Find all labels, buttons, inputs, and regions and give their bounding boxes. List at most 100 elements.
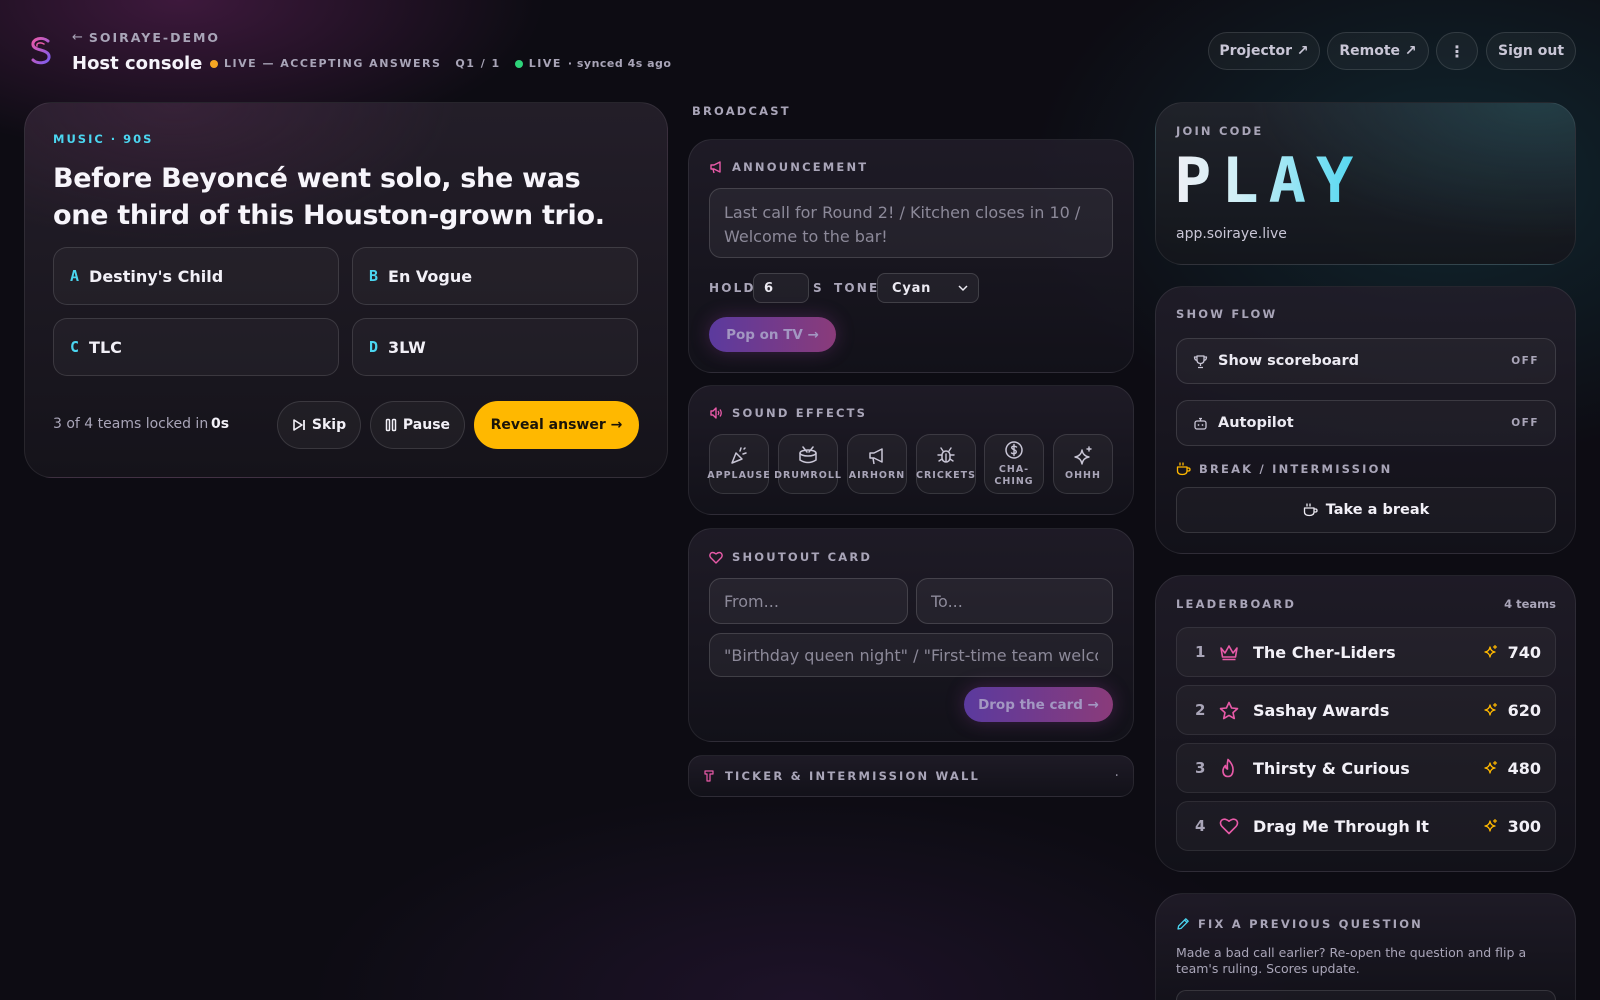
sparkles-icon [1483,761,1498,775]
page-title: Host console [72,53,203,74]
take-break-button[interactable]: Take a break [1176,487,1556,533]
reveal-answer-label: Reveal answer → [490,417,623,433]
live-dot [514,59,523,68]
answer-option-b[interactable]: B En Vogue [352,247,638,305]
tone-select-value: Cyan [892,280,932,296]
pop-on-tv-button[interactable]: Pop on TV → [709,317,836,352]
sfx-label: CHA-CHING [994,464,1034,487]
flame-icon [1219,758,1253,778]
sparkles-icon [1483,645,1498,659]
ticker-wall-toggle[interactable]: TICKER & INTERMISSION WALL · [688,755,1134,797]
shoutout-header: SHOUTOUT CARD [709,550,872,564]
sfx-applause-button[interactable]: APPLAUSE [707,434,771,494]
status-dot [210,59,218,68]
autopilot-toggle[interactable]: Autopilot OFF [1176,400,1556,446]
ticker-icon [703,770,715,782]
sfx-label: APPLAUSE [707,470,771,481]
pause-label: Pause [402,417,451,433]
tone-label: TONE [834,281,880,295]
show-scoreboard-state: OFF [1511,355,1539,367]
team-rank: 3 [1195,759,1206,777]
arrow-left-icon: ← [72,30,83,45]
shoutout-title: SHOUTOUT CARD [732,550,873,564]
join-url: app.soiraye.live [1176,226,1287,242]
show-flow-title: SHOW FLOW [1176,307,1278,321]
team-rank: 2 [1195,701,1206,719]
shoutout-from-input[interactable] [709,578,908,624]
more-options-button[interactable]: ⋮ [1436,32,1478,70]
fix-question-header: FIX A PREVIOUS QUESTION [1176,917,1423,931]
answer-option-c[interactable]: C TLC [53,318,339,376]
sfx-airhorn-button[interactable]: AIRHORN [847,434,907,494]
break-title: BREAK / INTERMISSION [1199,462,1393,476]
sfx-crickets-button[interactable]: CRICKETS [916,434,976,494]
take-break-label: Take a break [1325,502,1430,518]
volume-icon [709,406,723,420]
party-popper-icon [729,446,749,466]
sound-effects-header: SOUND EFFECTS [709,406,867,420]
locked-in-count: 3 of 4 teams locked in [53,416,209,432]
app-logo [28,36,54,66]
team-rank: 1 [1195,643,1206,661]
sfx-ohhh-button[interactable]: OHHH [1053,434,1113,494]
robot-icon [1193,416,1208,431]
team-name: Drag Me Through It [1253,816,1429,836]
bug-icon [936,446,956,466]
projector-button-label: Projector ↗ [1219,43,1309,59]
answer-option-d[interactable]: D 3LW [352,318,638,376]
sparkles-icon [1483,819,1498,833]
answer-text: Destiny's Child [89,266,224,286]
autopilot-state: OFF [1511,417,1539,429]
sfx-cha-ching-button[interactable]: CHA-CHING [984,434,1044,494]
sfx-label: AIRHORN [848,470,906,481]
leaderboard-title: LEADERBOARD [1176,597,1297,611]
announcement-textarea[interactable] [709,188,1113,258]
break-header: BREAK / INTERMISSION [1176,462,1392,476]
more-vertical-icon: ⋮ [1449,41,1465,61]
tone-select[interactable]: Cyan [877,273,979,303]
sfx-label: DRUMROLL [774,470,842,481]
pause-icon [385,418,397,432]
join-code-label: JOIN CODE [1176,124,1264,138]
drum-icon [797,446,819,466]
show-scoreboard-toggle[interactable]: Show scoreboard OFF [1176,338,1556,384]
fix-question-description: Made a bad call earlier? Re-open the que… [1176,945,1527,976]
sign-out-label: Sign out [1497,43,1565,59]
answer-option-a[interactable]: A Destiny's Child [53,247,339,305]
skip-button[interactable]: Skip [277,401,361,449]
back-link[interactable]: ← SOIRAYE-DEMO [72,30,220,45]
heart-icon [1219,817,1253,835]
drop-card-button[interactable]: Drop the card → [964,687,1113,722]
hold-unit-label: S [813,281,824,295]
announcement-title: ANNOUNCEMENT [732,160,869,174]
pencil-icon [1176,917,1190,931]
answer-text: TLC [89,337,122,357]
answer-text: 3LW [388,337,426,357]
skip-label: Skip [311,417,347,433]
shoutout-to-input[interactable] [916,578,1113,624]
show-scoreboard-label: Show scoreboard [1218,353,1359,369]
team-score: 740 [1507,642,1541,662]
hold-seconds-input[interactable] [753,273,809,303]
live-label: LIVE [528,57,562,70]
remote-button[interactable]: Remote ↗ [1327,32,1429,70]
reveal-answer-button[interactable]: Reveal answer → [474,401,639,449]
pop-on-tv-label: Pop on TV → [726,326,819,343]
answer-letter: A [70,267,80,285]
leaderboard-row: 4 Drag Me Through It 300 [1176,801,1556,851]
crown-icon [1219,643,1253,661]
sfx-label: CRICKETS [916,470,976,481]
pause-button[interactable]: Pause [370,401,465,449]
announcement-header: ANNOUNCEMENT [709,160,868,174]
team-score: 300 [1507,816,1541,836]
fix-question-control[interactable] [1176,990,1556,1000]
leaderboard-row: 2 Sashay Awards 620 [1176,685,1556,735]
sign-out-button[interactable]: Sign out [1486,32,1576,70]
status-text: LIVE — ACCEPTING ANSWERS [224,57,442,70]
projector-button[interactable]: Projector ↗ [1208,32,1320,70]
team-name: The Cher-Liders [1253,642,1396,662]
hold-label: HOLD [709,281,756,295]
ticker-indicator: · [1114,768,1119,784]
shoutout-message-input[interactable] [709,633,1113,677]
sfx-drumroll-button[interactable]: DRUMROLL [774,434,841,494]
